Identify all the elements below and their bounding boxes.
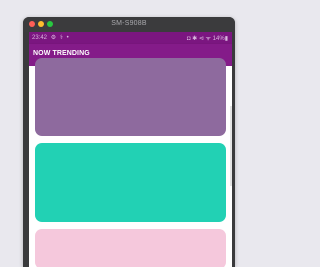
android-status-bar: 23:42 ⚙ ⚕ • ◘ ✱ ⊲ ᯤ 14%▮ — [29, 32, 232, 44]
trending-card[interactable] — [35, 143, 226, 222]
scrollbar[interactable] — [230, 106, 232, 186]
status-right-icons: ◘ ✱ ⊲ ᯤ 14%▮ — [186, 36, 228, 42]
trending-card[interactable] — [35, 229, 226, 267]
device-screen: 23:42 ⚙ ⚕ • ◘ ✱ ⊲ ᯤ 14%▮ NOW TRENDING — [29, 32, 232, 267]
status-left: 23:42 ⚙ ⚕ • — [32, 34, 69, 41]
more-notifications-icon: • — [66, 35, 69, 41]
settings-notification-icon: ⚙ — [50, 35, 57, 41]
app-notification-icon: ⚕ — [59, 35, 63, 41]
emulator-window: SM-S908B 23:42 ⚙ ⚕ • ◘ ✱ ⊲ ᯤ 14%▮ NOW TR… — [23, 17, 235, 267]
status-time: 23:42 — [32, 35, 48, 41]
page-title: NOW TRENDING — [33, 50, 90, 57]
window-titlebar: SM-S908B — [23, 17, 235, 32]
trending-card[interactable] — [35, 58, 226, 136]
window-title: SM-S908B — [111, 20, 147, 27]
